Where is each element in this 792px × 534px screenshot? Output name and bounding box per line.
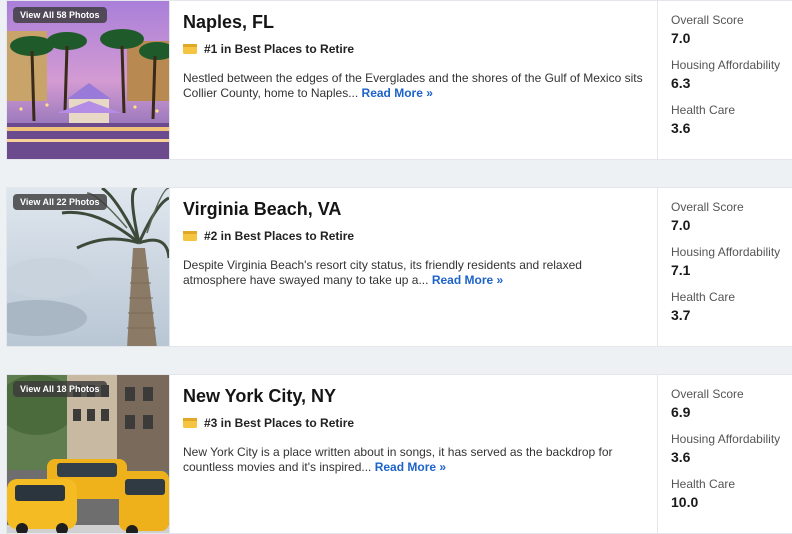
city-description: Despite Virginia Beach's resort city sta…	[183, 258, 643, 288]
housing-affordability-label: Housing Affordability	[671, 245, 781, 259]
city-photo[interactable]: View All 18 Photos	[7, 375, 169, 533]
housing-affordability-label: Housing Affordability	[671, 432, 781, 446]
rank-label: #1 in Best Places to Retire	[204, 42, 355, 56]
health-care-value: 3.6	[671, 120, 691, 136]
city-list: View All 58 Photos Naples, FL #1 in Best…	[0, 0, 792, 534]
overall-score-value: 7.0	[671, 217, 691, 233]
city-title[interactable]: Naples, FL	[183, 12, 643, 33]
overall-score-value: 6.9	[671, 404, 691, 420]
city-photo[interactable]: View All 22 Photos	[7, 188, 169, 346]
health-care-label: Health Care	[671, 477, 736, 491]
city-card: View All 22 Photos Virginia Beach, VA #2…	[6, 187, 792, 347]
city-info: Virginia Beach, VA #2 in Best Places to …	[169, 188, 657, 346]
city-info: Naples, FL #1 in Best Places to Retire N…	[169, 1, 657, 159]
city-title[interactable]: New York City, NY	[183, 386, 643, 407]
view-all-photos-button[interactable]: View All 22 Photos	[13, 194, 107, 210]
city-rank: #2 in Best Places to Retire	[183, 229, 643, 243]
description-text: Despite Virginia Beach's resort city sta…	[183, 258, 582, 287]
score-panel: Overall Score 6.9 Housing Affordability …	[657, 375, 792, 533]
housing-affordability-value: 3.6	[671, 449, 691, 465]
housing-affordability-label: Housing Affordability	[671, 58, 781, 72]
read-more-link[interactable]: Read More »	[362, 86, 433, 100]
overall-score-label: Overall Score	[671, 13, 744, 27]
score-panel: Overall Score 7.0 Housing Affordability …	[657, 1, 792, 159]
city-description: New York City is a place written about i…	[183, 445, 643, 475]
score-panel: Overall Score 7.0 Housing Affordability …	[657, 188, 792, 346]
health-care-label: Health Care	[671, 290, 736, 304]
city-description: Nestled between the edges of the Evergla…	[183, 71, 643, 101]
city-info: New York City, NY #3 in Best Places to R…	[169, 375, 657, 533]
rank-label: #3 in Best Places to Retire	[204, 416, 355, 430]
health-care-value: 3.7	[671, 307, 691, 323]
new-york-city-photo-image	[7, 375, 169, 533]
ticket-icon	[183, 418, 197, 428]
city-photo[interactable]: View All 58 Photos	[7, 1, 169, 159]
health-care-label: Health Care	[671, 103, 736, 117]
read-more-link[interactable]: Read More »	[432, 273, 503, 287]
view-all-photos-button[interactable]: View All 18 Photos	[13, 381, 107, 397]
overall-score-value: 7.0	[671, 30, 691, 46]
city-card: View All 58 Photos Naples, FL #1 in Best…	[6, 0, 792, 160]
city-rank: #1 in Best Places to Retire	[183, 42, 643, 56]
ticket-icon	[183, 44, 197, 54]
city-card: View All 18 Photos New York City, NY #3 …	[6, 374, 792, 534]
overall-score-label: Overall Score	[671, 387, 744, 401]
housing-affordability-value: 6.3	[671, 75, 691, 91]
read-more-link[interactable]: Read More »	[375, 460, 446, 474]
health-care-value: 10.0	[671, 494, 699, 510]
virginia-beach-photo-image	[7, 188, 169, 346]
housing-affordability-value: 7.1	[671, 262, 691, 278]
city-rank: #3 in Best Places to Retire	[183, 416, 643, 430]
ticket-icon	[183, 231, 197, 241]
naples-photo-image	[7, 1, 169, 159]
overall-score-label: Overall Score	[671, 200, 744, 214]
city-title[interactable]: Virginia Beach, VA	[183, 199, 643, 220]
view-all-photos-button[interactable]: View All 58 Photos	[13, 7, 107, 23]
rank-label: #2 in Best Places to Retire	[204, 229, 355, 243]
